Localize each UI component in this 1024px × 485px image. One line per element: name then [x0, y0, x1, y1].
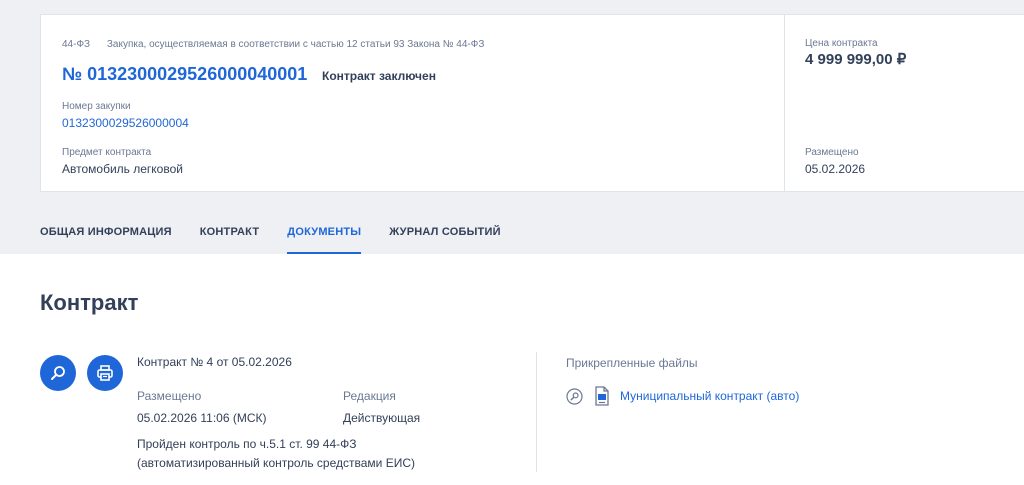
procurement-basis: Закупка, осуществляемая в соответствии с…: [106, 39, 485, 50]
header-area: 44-ФЗ Закупка, осуществляемая в соответс…: [0, 0, 1024, 254]
purchase-number-label: Номер закупки: [62, 101, 131, 112]
contract-card: 44-ФЗ Закупка, осуществляемая в соответс…: [40, 14, 1024, 192]
price-label: Цена контракта: [805, 38, 878, 49]
file-type-icon-wrapper: [594, 386, 610, 411]
edition-value: Действующая: [343, 411, 421, 425]
attached-file-link[interactable]: Муниципальный контракт (авто): [620, 389, 799, 403]
attached-files-title: Прикрепленные файлы: [566, 356, 698, 370]
search-icon: [566, 388, 583, 405]
view-document-button[interactable]: [40, 355, 76, 391]
subject-label: Предмет контракта: [62, 147, 152, 158]
document-placed-label: Размещено: [137, 389, 202, 403]
registry-number-link[interactable]: № 0132300029526000040001: [62, 64, 307, 85]
placed-label: Размещено: [805, 147, 859, 158]
status-badge: Контракт заключен: [322, 69, 436, 83]
price-value: 4 999 999,00 ₽: [805, 51, 907, 68]
tab-documents[interactable]: ДОКУМЕНТЫ: [287, 226, 362, 254]
tab-general-info[interactable]: ОБЩАЯ ИНФОРМАЦИЯ: [40, 226, 172, 254]
tab-bar: ОБЩАЯ ИНФОРМАЦИЯ КОНТРАКТ ДОКУМЕНТЫ ЖУРН…: [40, 226, 529, 254]
printer-icon: [97, 365, 113, 381]
document-placed-value: 05.02.2026 11:06 (МСК): [137, 411, 267, 425]
tab-contract[interactable]: КОНТРАКТ: [200, 226, 260, 254]
control-status-line-2: (автоматизированный контроль средствами …: [137, 456, 415, 470]
edition-label: Редакция: [343, 389, 396, 403]
search-icon: [51, 366, 65, 380]
procurement-law-line: 44-ФЗ Закупка, осуществляемая в соответс…: [62, 39, 484, 50]
document-title: Контракт № 4 от 05.02.2026: [137, 355, 292, 369]
subject-value: Автомобиль легковой: [62, 162, 183, 176]
tab-event-log[interactable]: ЖУРНАЛ СОБЫТИЙ: [389, 226, 500, 254]
section-title: Контракт: [40, 290, 139, 315]
purchase-number-link[interactable]: 0132300029526000004: [62, 116, 189, 130]
print-document-button[interactable]: [87, 355, 123, 391]
control-status-line-1: Пройден контроль по ч.5.1 ст. 99 44-ФЗ: [137, 437, 357, 451]
document-icon: [595, 386, 609, 406]
card-divider: [784, 15, 785, 191]
column-divider: [536, 352, 537, 472]
placed-date: 05.02.2026: [805, 162, 866, 176]
law-label: 44-ФЗ: [62, 39, 91, 50]
file-view-button[interactable]: [566, 388, 583, 410]
